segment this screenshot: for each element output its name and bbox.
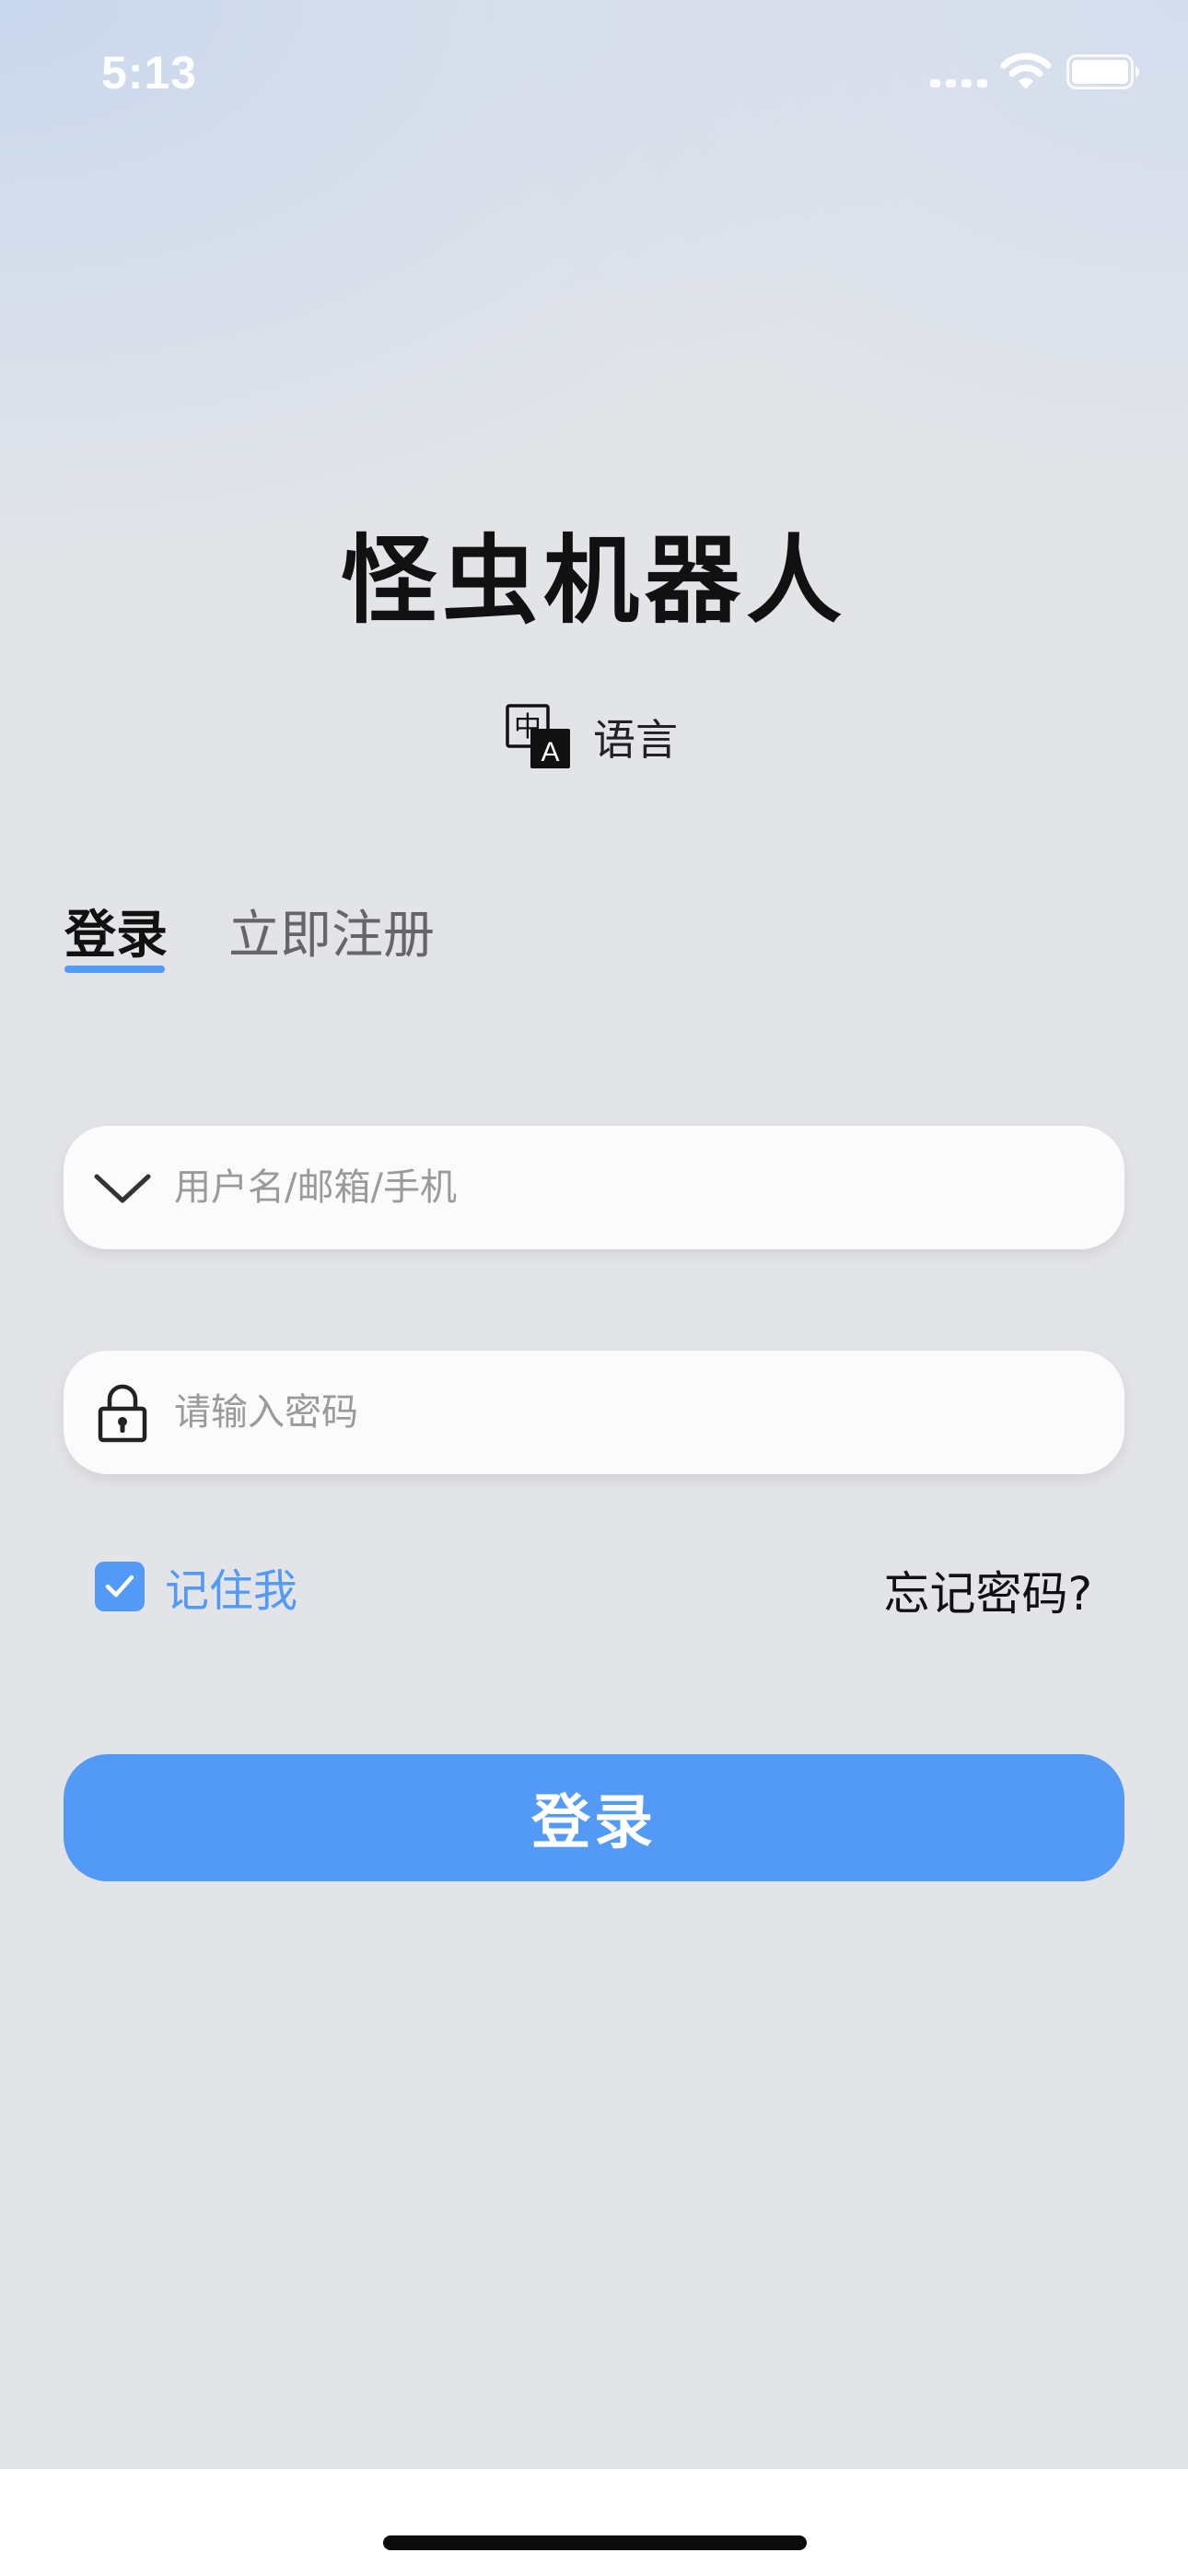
language-label: 语言	[593, 715, 678, 765]
status-time: 5:13	[101, 47, 198, 99]
tab-register[interactable]: 立即注册	[228, 894, 435, 968]
active-tab-indicator	[64, 966, 165, 973]
wifi-icon	[1000, 53, 1052, 89]
translate-icon-glyph-bottom: A	[541, 737, 559, 767]
username-field	[64, 1126, 1124, 1249]
battery-icon	[1066, 54, 1139, 89]
remember-checkbox[interactable]	[95, 1562, 145, 1611]
language-switch[interactable]: 中 A 语言	[505, 700, 678, 774]
home-indicator[interactable]	[383, 2535, 807, 2550]
signal-dots-icon	[930, 79, 987, 88]
remember-label: 记住我	[165, 1565, 298, 1617]
login-screen: 5:13 怪虫机器人 中 A 语言 登录 立即注册 用户名/邮箱/手机 记住我 …	[0, 0, 1188, 2576]
chevron-down-icon[interactable]	[91, 1156, 154, 1219]
bottom-safe-area	[0, 2469, 1188, 2576]
login-button[interactable]: 登录	[64, 1754, 1124, 1881]
app-title: 怪虫机器人	[340, 524, 847, 637]
checkmark-icon	[105, 1575, 134, 1598]
username-input[interactable]	[174, 1126, 1095, 1249]
tab-login[interactable]: 登录	[64, 894, 168, 968]
password-input[interactable]	[174, 1351, 1095, 1474]
remember-me-toggle[interactable]: 记住我	[95, 1559, 297, 1617]
password-field	[64, 1351, 1124, 1474]
forgot-password-link[interactable]: 忘记密码?	[883, 1557, 1092, 1623]
lock-icon	[98, 1384, 147, 1443]
translate-icon: 中 A	[506, 704, 570, 768]
